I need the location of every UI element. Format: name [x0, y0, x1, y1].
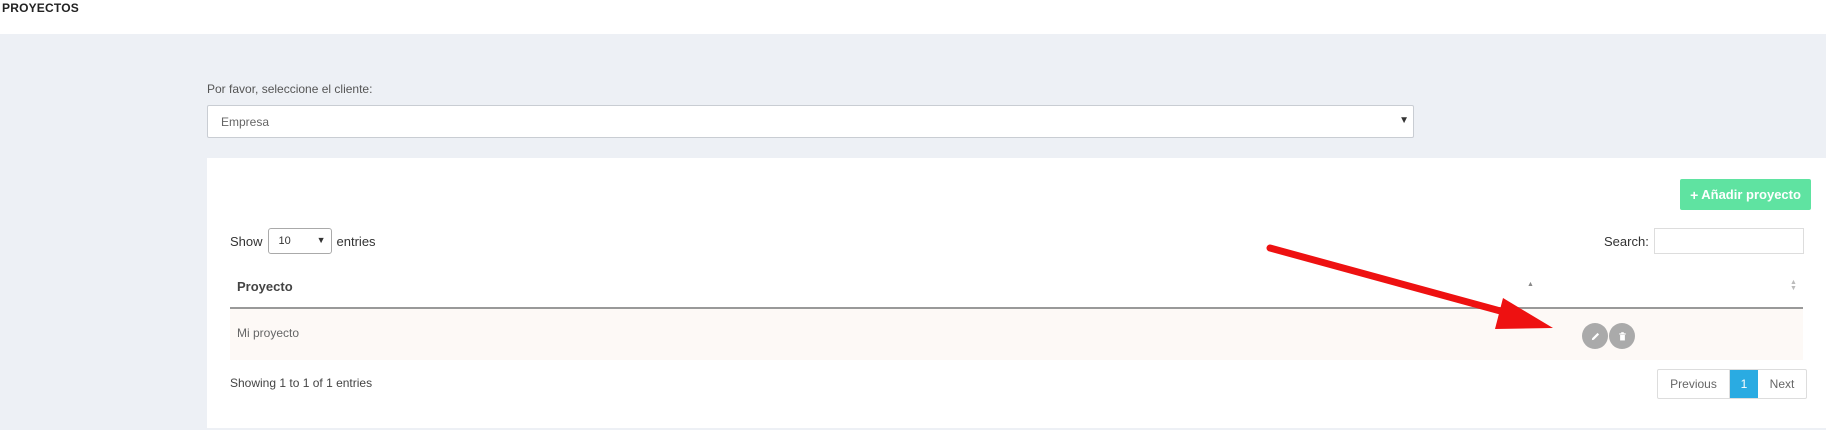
projects-panel: + Añadir proyecto Show 10 ▼ entries Sear…	[207, 158, 1826, 428]
client-select[interactable]: Empresa ▼	[207, 105, 1414, 138]
project-name: Mi proyecto	[237, 326, 300, 340]
length-control: Show 10 ▼ entries	[230, 228, 376, 254]
page-title: PROYECTOS	[2, 1, 79, 15]
plus-icon: +	[1690, 186, 1699, 203]
entries-label: entries	[336, 233, 376, 249]
sort-both-icon[interactable]: ▲ ▼	[1790, 279, 1797, 292]
client-label: Por favor, seleccione el cliente:	[207, 82, 373, 96]
show-label: Show	[230, 233, 263, 249]
sort-ascending-icon: ▲	[1527, 281, 1534, 288]
top-bar: PROYECTOS	[0, 0, 1826, 34]
entries-select[interactable]: 10 ▼	[267, 228, 332, 254]
pencil-icon	[1591, 332, 1599, 340]
search-label: Search:	[1604, 233, 1649, 249]
chevron-down-icon: ▼	[316, 235, 326, 245]
search-input[interactable]	[1653, 228, 1804, 254]
table-info: Showing 1 to 1 of 1 entries	[230, 376, 373, 390]
search-control: Search:	[1604, 228, 1804, 254]
chevron-down-icon: ▼	[1399, 115, 1409, 126]
table-header: Proyecto ▲ ▲ ▼	[230, 268, 1803, 309]
entries-select-value: 10	[278, 235, 291, 247]
table-row: Mi proyecto	[230, 309, 1803, 360]
previous-page-button[interactable]: Previous	[1658, 370, 1730, 398]
delete-button[interactable]	[1609, 323, 1635, 349]
pagination: Previous 1 Next	[1657, 369, 1807, 399]
client-select-value: Empresa	[221, 115, 270, 129]
add-project-label: Añadir proyecto	[1701, 187, 1801, 202]
column-header-proyecto[interactable]: Proyecto	[237, 279, 293, 294]
projects-table: Proyecto ▲ ▲ ▼ Mi proyecto	[230, 268, 1803, 360]
edit-button[interactable]	[1582, 323, 1608, 349]
next-page-button[interactable]: Next	[1758, 370, 1806, 398]
trash-icon	[1618, 331, 1626, 340]
add-project-button[interactable]: + Añadir proyecto	[1680, 179, 1811, 210]
current-page-button[interactable]: 1	[1730, 370, 1758, 398]
